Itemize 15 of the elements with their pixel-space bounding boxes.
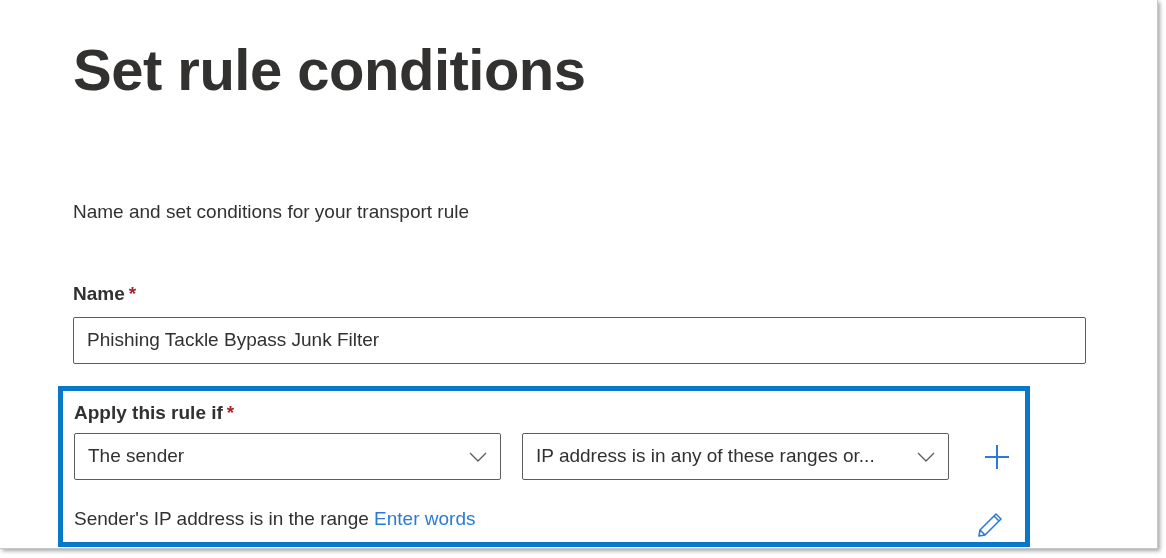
condition-dropdown[interactable]: The sender [74,433,501,480]
required-asterisk: * [226,400,235,425]
pencil-icon[interactable] [977,512,1003,538]
page-title: Set rule conditions [73,36,587,104]
field-label: Apply this rule if [74,400,223,425]
condition-summary: Sender's IP address is in the range Enter words [74,506,476,531]
chevron-down-icon [917,451,935,462]
enter-words-link[interactable]: Enter words [374,507,476,529]
description-text: Name and set conditions for your transport rule [73,200,471,224]
name-input[interactable]: Phishing Tackle Bypass Junk Filter [73,316,1086,364]
condition-dropdown[interactable]: IP address is in any of these ranges or... [522,433,949,480]
chevron-down-icon [469,451,487,462]
field-label: Name [73,282,125,306]
required-asterisk: * [128,282,137,306]
add-icon[interactable] [984,443,1010,470]
